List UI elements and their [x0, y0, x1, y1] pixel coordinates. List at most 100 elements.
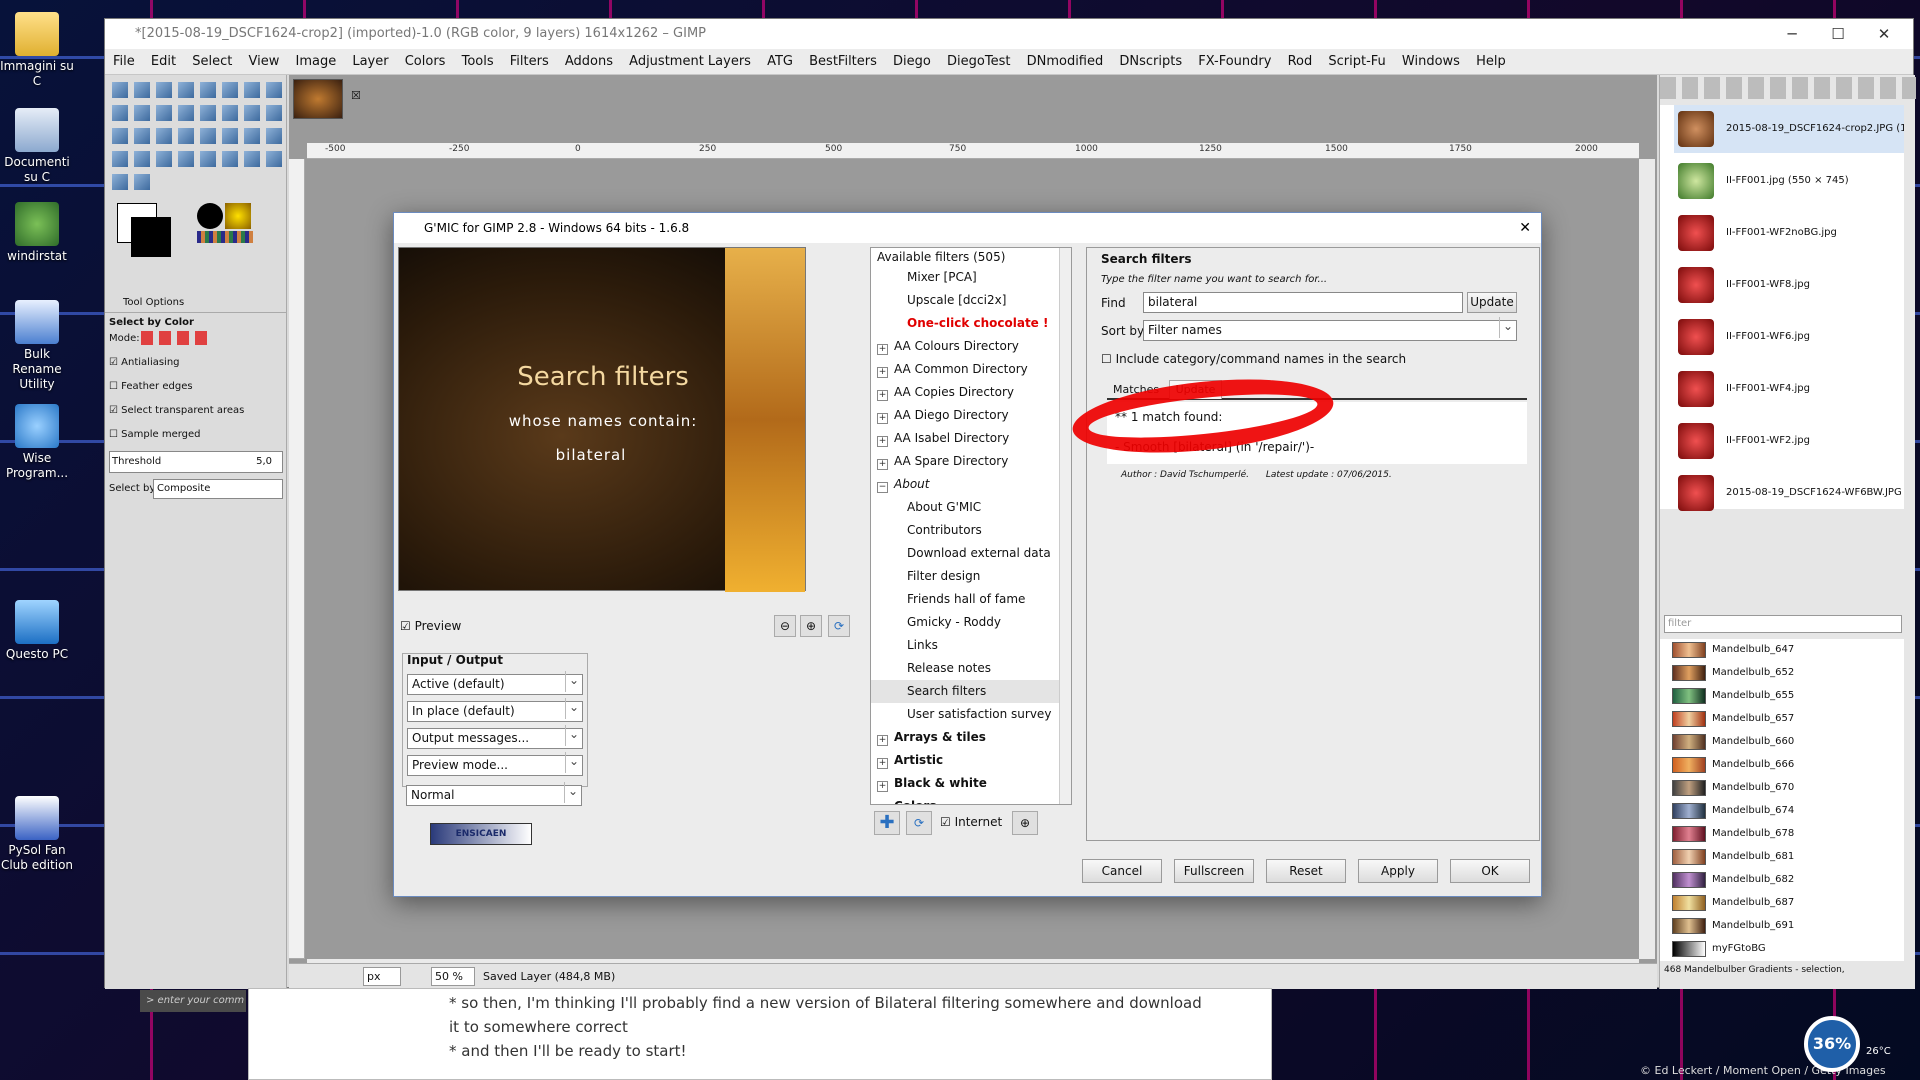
image-item[interactable]: II-FF001-WF8.jpg — [1674, 261, 1904, 309]
menu-file[interactable]: File — [113, 54, 135, 69]
gradient-item[interactable]: Mandelbulb_666 — [1670, 754, 1904, 776]
tool-options-tab[interactable]: Tool Options — [105, 293, 287, 313]
desktop-icon-immagini[interactable]: Immagini su C — [0, 12, 74, 89]
ok-button[interactable]: OK — [1450, 859, 1530, 883]
zoom-combo[interactable]: 50 % — [431, 967, 475, 986]
free-select-tool-icon[interactable] — [153, 79, 175, 101]
rect-select-tool-icon[interactable] — [109, 79, 131, 101]
expand-icon[interactable]: + — [877, 758, 888, 769]
gradient-item[interactable]: myFGtoBG — [1670, 938, 1904, 960]
tree-item[interactable]: Filter design — [871, 565, 1061, 588]
gradient-item[interactable]: Mandelbulb_681 — [1670, 846, 1904, 868]
tree-item[interactable]: Contributors — [871, 519, 1061, 542]
blend-tool-icon[interactable] — [241, 125, 263, 147]
menu-addons[interactable]: Addons — [565, 54, 613, 69]
menu-layer[interactable]: Layer — [352, 54, 388, 69]
tree-item[interactable]: Download external data — [871, 542, 1061, 565]
preview-mode-combo[interactable]: Preview mode... — [407, 752, 583, 776]
gradient-item[interactable]: Mandelbulb_682 — [1670, 869, 1904, 891]
rotate-tool-icon[interactable] — [241, 102, 263, 124]
tree-item[interactable]: One-click chocolate ! — [871, 312, 1061, 335]
output-messages-combo[interactable]: Output messages... — [407, 725, 583, 749]
gradient-item[interactable]: Mandelbulb_670 — [1670, 777, 1904, 799]
tree-item[interactable]: Friends hall of fame — [871, 588, 1061, 611]
desktop-icon-wise[interactable]: Wise Program... — [0, 404, 74, 481]
expand-icon[interactable]: + — [877, 436, 888, 447]
menu-filters[interactable]: Filters — [510, 54, 549, 69]
close-icon[interactable]: ✕ — [1861, 19, 1907, 49]
desktop-icon-bulk-rename[interactable]: Bulk Rename Utility — [0, 300, 74, 392]
tree-item[interactable]: + AA Diego Directory — [871, 404, 1061, 427]
menu-diego[interactable]: Diego — [893, 54, 931, 69]
image-tab-thumbnail[interactable] — [293, 79, 343, 119]
search-zoom-icon[interactable]: ⊕ — [1012, 811, 1038, 835]
gradient-item[interactable]: Mandelbulb_678 — [1670, 823, 1904, 845]
crop-tool-icon[interactable] — [219, 102, 241, 124]
threshold-slider[interactable]: Threshold 5,0 — [109, 451, 283, 473]
gradient-preview[interactable] — [197, 231, 253, 243]
image-item[interactable]: 2015-08-19_DSCF1624-crop2.JPG (16 — [1674, 105, 1904, 153]
unit-combo[interactable]: px — [363, 967, 401, 986]
airbrush-tool-icon[interactable] — [153, 148, 175, 170]
gmic-close-icon[interactable]: ✕ — [1519, 213, 1531, 243]
blur-tool-icon[interactable] — [263, 148, 285, 170]
tree-item[interactable]: + Arrays & tiles — [871, 726, 1061, 749]
menu-image[interactable]: Image — [295, 54, 336, 69]
expand-icon[interactable]: + — [877, 344, 888, 355]
preview-checkbox[interactable]: ☑ Preview — [400, 619, 461, 633]
tree-item[interactable]: + AA Copies Directory — [871, 381, 1061, 404]
find-input[interactable]: bilateral — [1143, 292, 1463, 313]
desktop-icon-questo-pc[interactable]: Questo PC — [0, 600, 74, 662]
expand-icon[interactable]: + — [877, 413, 888, 424]
tree-item[interactable]: + Black & white — [871, 772, 1061, 795]
move-tool-icon[interactable] — [175, 102, 197, 124]
menu-view[interactable]: View — [248, 54, 279, 69]
tree-item[interactable]: User satisfaction survey — [871, 703, 1061, 726]
menu-atg[interactable]: ATG — [767, 54, 793, 69]
desktop-icon-windirstat[interactable]: windirstat — [0, 202, 74, 264]
image-item[interactable]: II-FF001.jpg (550 × 745) — [1674, 157, 1904, 205]
menu-bestfilters[interactable]: BestFilters — [809, 54, 877, 69]
gradient-item[interactable]: Mandelbulb_652 — [1670, 662, 1904, 684]
flip-tool-icon[interactable] — [153, 125, 175, 147]
image-item[interactable]: II-FF001-WF6.jpg — [1674, 313, 1904, 361]
maximize-icon[interactable]: ☐ — [1815, 19, 1861, 49]
menu-dnmodified[interactable]: DNmodified — [1027, 54, 1104, 69]
tree-item[interactable]: + AA Isabel Directory — [871, 427, 1061, 450]
antialiasing-checkbox[interactable]: ☑ Antialiasing — [109, 357, 180, 368]
tree-item[interactable]: Release notes — [871, 657, 1061, 680]
gradients-footer[interactable]: 468 Mandelbulber Gradients - selection, — [1664, 965, 1845, 975]
tree-item[interactable]: Search filters — [871, 680, 1061, 703]
select-transparent-checkbox[interactable]: ☑ Select transparent areas — [109, 405, 244, 416]
gradient-item[interactable]: Mandelbulb_647 — [1670, 639, 1904, 661]
ellipse-select-tool-icon[interactable] — [131, 79, 153, 101]
menu-adjustment-layers[interactable]: Adjustment Layers — [629, 54, 751, 69]
refresh-icon[interactable]: ⟳ — [828, 615, 850, 637]
foreground-select-tool-icon[interactable] — [241, 79, 263, 101]
scale-tool-icon[interactable] — [263, 102, 285, 124]
color-picker-tool-icon[interactable] — [109, 102, 131, 124]
text-tool-icon[interactable] — [197, 125, 219, 147]
menu-select[interactable]: Select — [192, 54, 232, 69]
gradient-item[interactable]: Mandelbulb_674 — [1670, 800, 1904, 822]
filter-tree[interactable]: Available filters (505) Mixer [PCA] Upsca… — [870, 247, 1072, 805]
vertical-scrollbar[interactable] — [1639, 159, 1655, 959]
apply-button[interactable]: Apply — [1358, 859, 1438, 883]
tree-item[interactable]: + Artistic — [871, 749, 1061, 772]
internet-checkbox[interactable]: ☑ Internet — [940, 815, 1002, 829]
bucket-fill-tool-icon[interactable] — [219, 125, 241, 147]
eraser-tool-icon[interactable] — [131, 148, 153, 170]
include-checkbox[interactable]: ☐ Include category/command names in the … — [1101, 352, 1406, 366]
cage-tool-icon[interactable] — [175, 125, 197, 147]
update-button[interactable]: Update — [1467, 292, 1517, 313]
expand-icon[interactable]: + — [877, 390, 888, 401]
mode-buttons[interactable] — [141, 331, 213, 345]
tree-item[interactable]: Upscale [dcci2x] — [871, 289, 1061, 312]
menu-fx-foundry[interactable]: FX-Foundry — [1198, 54, 1271, 69]
image-item[interactable]: II-FF001-WF4.jpg — [1674, 365, 1904, 413]
menu-diegotest[interactable]: DiegoTest — [947, 54, 1010, 69]
image-tab-close-icon[interactable]: ☒ — [351, 89, 361, 102]
tree-item[interactable]: + AA Common Directory — [871, 358, 1061, 381]
zoom-out-icon[interactable]: ⊖ — [774, 615, 796, 637]
add-filter-icon[interactable]: ✚ — [874, 811, 900, 835]
